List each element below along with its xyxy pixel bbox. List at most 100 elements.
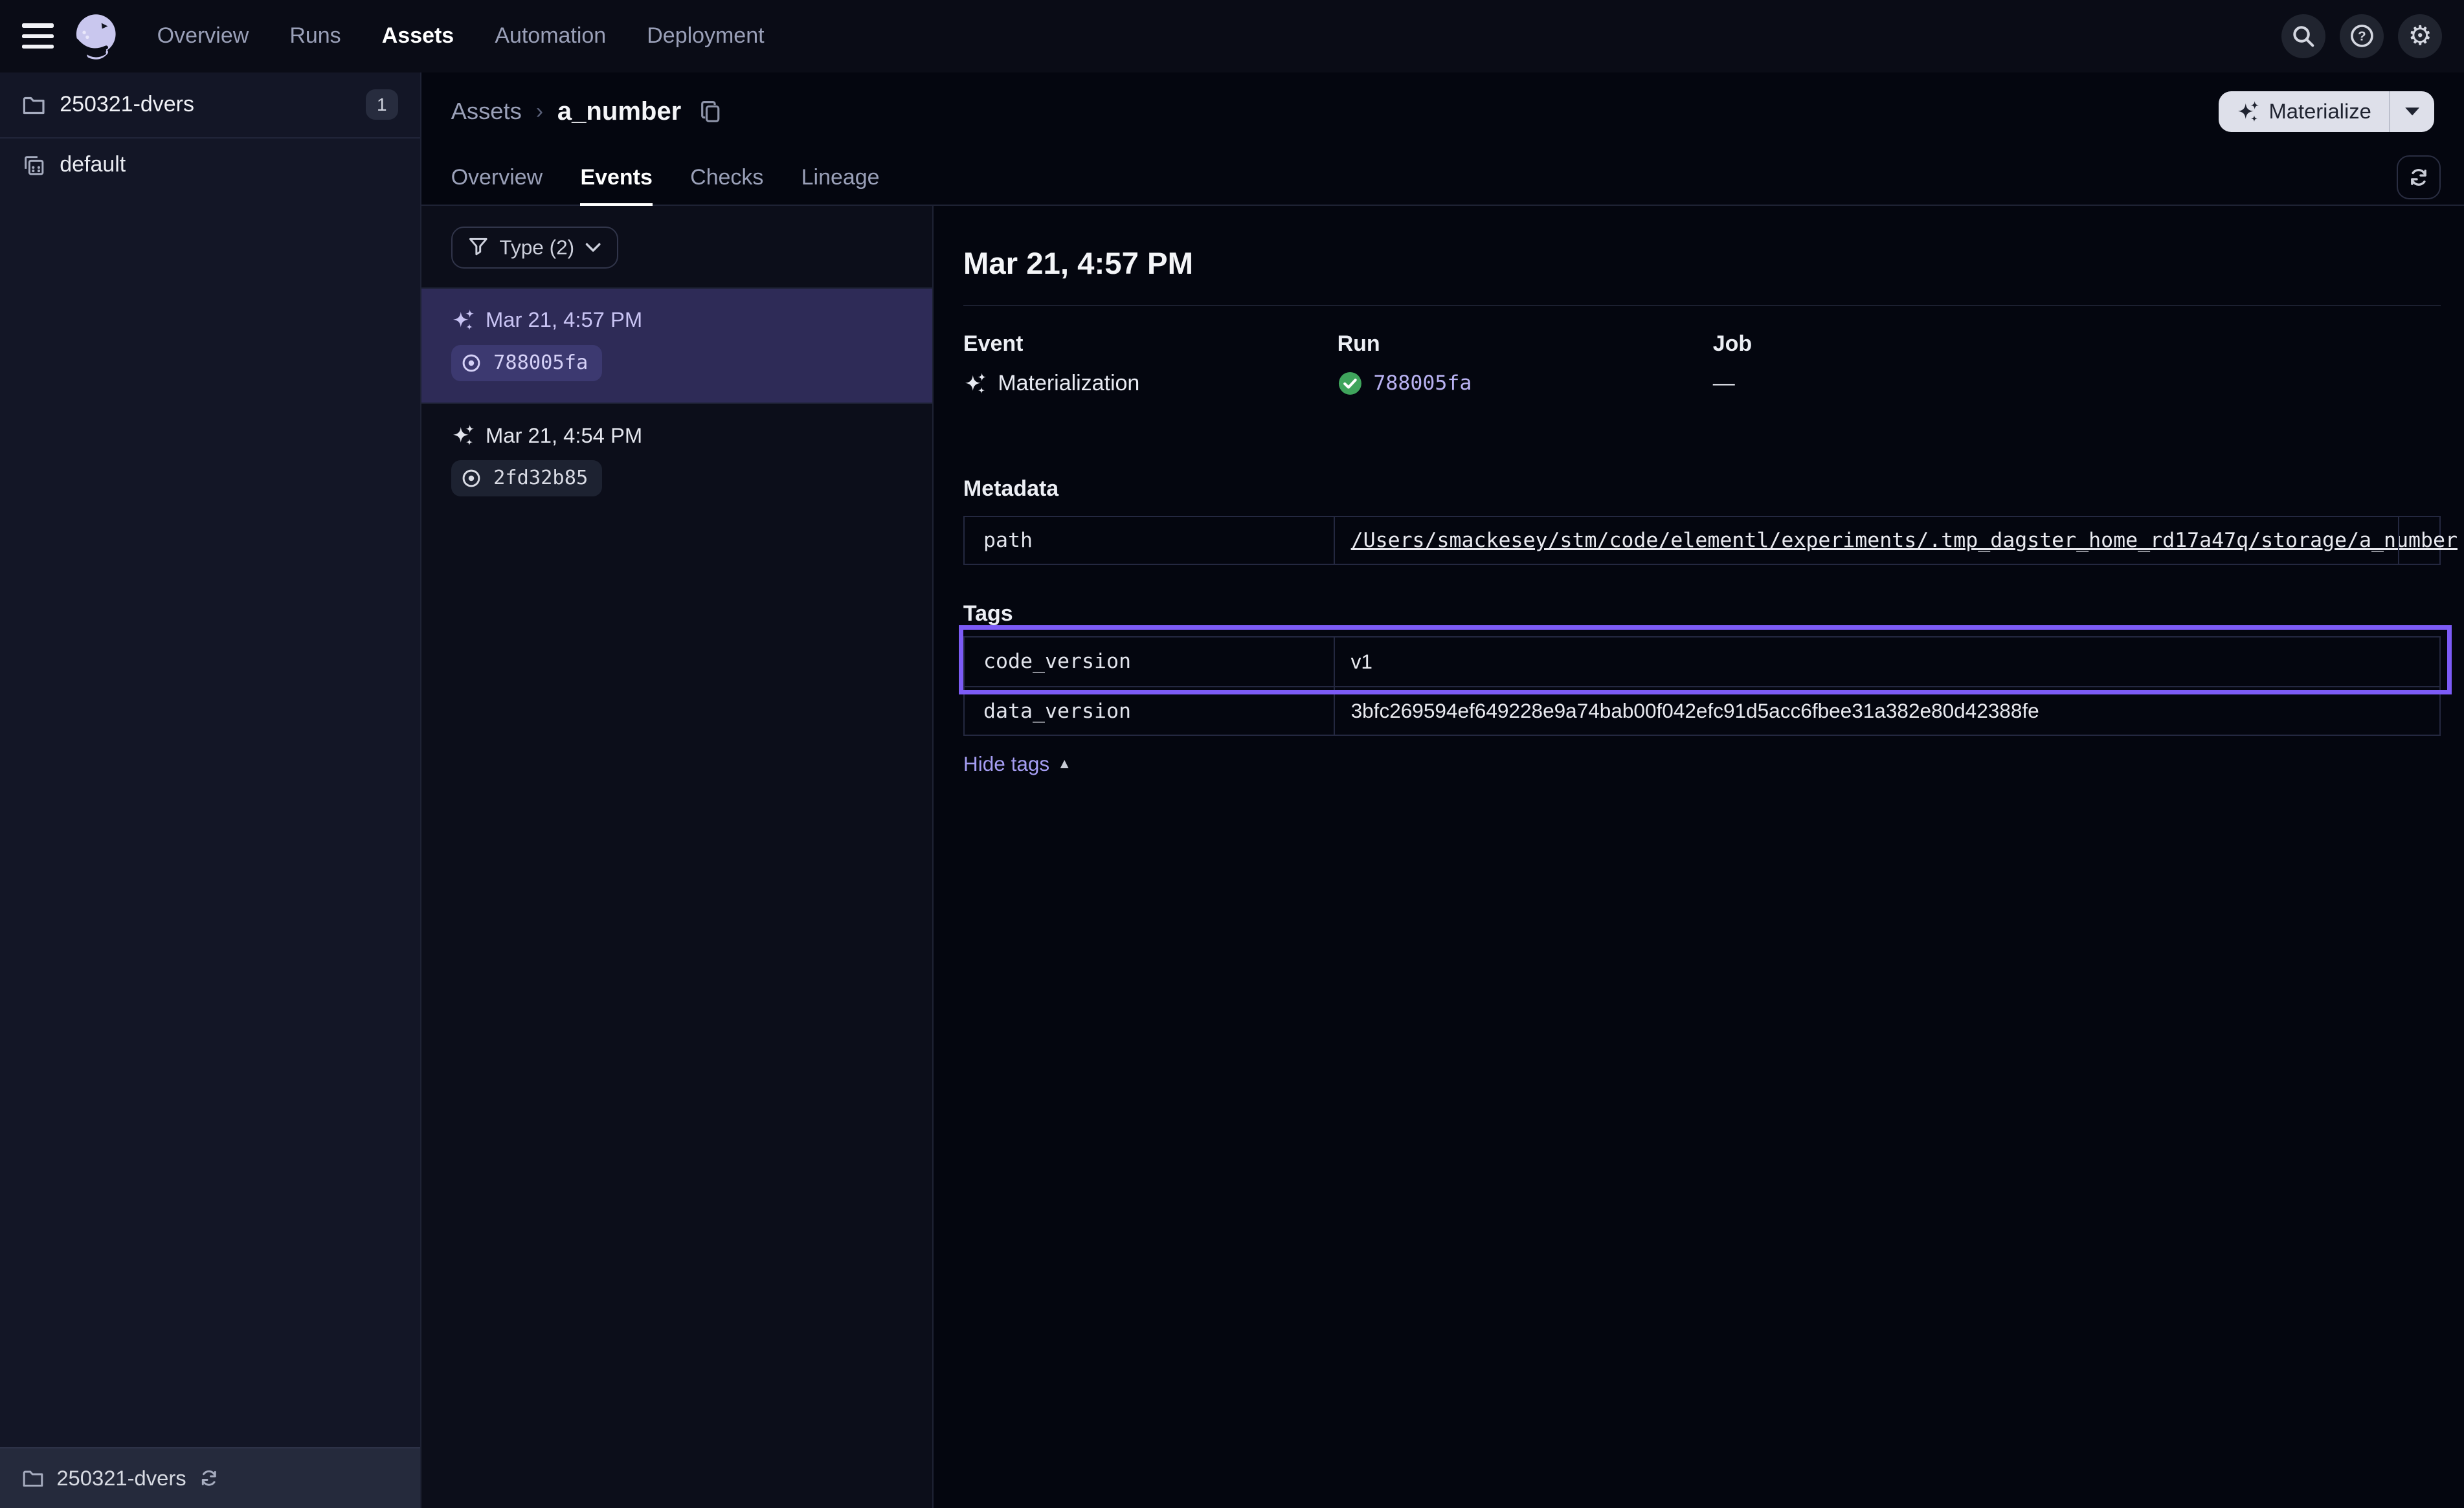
nav-item-deployment[interactable]: Deployment <box>647 23 764 49</box>
tab-checks[interactable]: Checks <box>690 151 763 205</box>
svg-text:?: ? <box>2358 29 2366 44</box>
help-button[interactable]: ? <box>2340 14 2384 58</box>
asset-group-icon <box>22 153 45 177</box>
tags-heading: Tags <box>963 601 2464 626</box>
event-type-label: Materialization <box>998 371 1139 396</box>
type-filter-label: Type (2) <box>499 236 574 260</box>
top-nav: Overview Runs Assets Automation Deployme… <box>0 0 2464 72</box>
folder-icon <box>22 94 45 116</box>
job-value: — <box>1713 371 1735 396</box>
metadata-path-link[interactable]: /Users/smackesey/stm/code/elementl/exper… <box>1351 529 2458 552</box>
tag-value: v1 <box>1334 638 2439 686</box>
tag-key: data_version <box>965 687 1334 735</box>
run-column-label: Run <box>1338 331 1713 357</box>
metadata-heading: Metadata <box>963 476 2464 502</box>
caret-up-icon: ▲ <box>1057 755 1071 772</box>
copy-icon <box>699 99 722 124</box>
tags-table-wrap: code_version v1 data_version 3bfc269594e… <box>963 636 2441 736</box>
asset-catalog-sidebar: 250321-dvers 1 default 250321-dvers <box>0 72 421 1508</box>
materialize-button-label: Materialize <box>2268 99 2371 124</box>
metadata-row: path /Users/smackesey/stm/code/elementl/… <box>965 517 2439 564</box>
tags-table: code_version v1 data_version 3bfc269594e… <box>963 636 2441 736</box>
event-run-job-grid: Event Run Job Materialization 788005fa <box>963 331 2464 396</box>
folder-icon <box>22 1468 44 1489</box>
copy-asset-key-button[interactable] <box>699 99 722 124</box>
tag-row-data-version: data_version 3bfc269594ef649228e9a74bab0… <box>965 686 2439 735</box>
tab-events[interactable]: Events <box>580 151 652 205</box>
nav-item-assets[interactable]: Assets <box>382 23 454 49</box>
metadata-key: path <box>965 517 1334 564</box>
run-status-icon <box>460 352 482 374</box>
tag-value: 3bfc269594ef649228e9a74bab00f042efc91d5a… <box>1334 687 2439 735</box>
event-column-label: Event <box>963 331 1338 357</box>
event-list-item-selected[interactable]: Mar 21, 4:57 PM 788005fa <box>421 287 932 403</box>
sidebar-item-code-location[interactable]: 250321-dvers 1 <box>0 72 420 139</box>
event-list-item[interactable]: Mar 21, 4:54 PM 2fd32b85 <box>421 403 932 518</box>
hide-tags-link[interactable]: Hide tags ▲ <box>963 752 1071 776</box>
run-badge[interactable]: 2fd32b85 <box>451 460 602 496</box>
event-detail-title: Mar 21, 4:57 PM <box>963 247 2464 281</box>
table-end-cell <box>2398 517 2439 564</box>
run-id-link[interactable]: 788005fa <box>1373 371 1472 395</box>
metadata-table: path /Users/smackesey/stm/code/elementl/… <box>963 516 2441 566</box>
run-status-icon <box>460 467 482 489</box>
divider <box>963 305 2441 306</box>
menu-icon[interactable] <box>22 23 54 49</box>
materialize-split-button: Materialize <box>2219 91 2434 132</box>
tag-row-code-version: code_version v1 <box>965 638 2439 686</box>
asset-header: Assets › a_number Materialize <box>421 72 2464 151</box>
tab-lineage[interactable]: Lineage <box>801 151 880 205</box>
event-timestamp: Mar 21, 4:54 PM <box>486 423 642 448</box>
chevron-down-icon <box>585 243 601 252</box>
help-icon: ? <box>2349 23 2375 49</box>
search-icon <box>2292 25 2315 48</box>
sidebar-footer: 250321-dvers <box>0 1447 420 1508</box>
nav-item-runs[interactable]: Runs <box>289 23 341 49</box>
materialize-sparkle-icon <box>2236 100 2259 123</box>
materialization-sparkle-icon <box>451 308 475 331</box>
materialize-dropdown-button[interactable] <box>2390 91 2434 132</box>
materialize-button[interactable]: Materialize <box>2219 91 2389 132</box>
breadcrumb-assets-link[interactable]: Assets <box>451 98 522 125</box>
code-location-label: 250321-dvers <box>60 92 352 117</box>
nav-item-overview[interactable]: Overview <box>157 23 249 49</box>
filter-bar: Type (2) <box>421 206 932 287</box>
reload-location-icon[interactable] <box>199 1468 219 1489</box>
events-content: Type (2) Mar 21, 4:57 PM <box>421 206 2464 1508</box>
filter-funnel-icon <box>468 237 489 258</box>
run-badge[interactable]: 788005fa <box>451 345 602 381</box>
page-title: a_number <box>557 97 681 126</box>
primary-nav: Overview Runs Assets Automation Deployme… <box>157 23 765 49</box>
asset-count-badge: 1 <box>366 89 398 120</box>
settings-button[interactable]: ⚙ <box>2398 14 2442 58</box>
tab-overview[interactable]: Overview <box>451 151 543 205</box>
caret-down-icon <box>2404 107 2420 116</box>
footer-code-location-label: 250321-dvers <box>56 1466 186 1491</box>
chevron-right-icon: › <box>536 99 543 124</box>
event-timestamp: Mar 21, 4:57 PM <box>486 307 642 332</box>
run-success-icon <box>1338 371 1363 396</box>
job-column-label: Job <box>1713 331 2464 357</box>
tag-key: code_version <box>965 638 1334 686</box>
asset-tabs: Overview Events Checks Lineage <box>421 151 2464 206</box>
materialization-sparkle-icon <box>451 423 475 447</box>
event-list-panel: Type (2) Mar 21, 4:57 PM <box>421 206 934 1508</box>
breadcrumb: Assets › a_number <box>451 97 722 126</box>
materialization-sparkle-icon <box>963 371 987 395</box>
run-id-label: 2fd32b85 <box>493 467 588 489</box>
refresh-icon <box>2408 166 2430 188</box>
run-id-label: 788005fa <box>493 351 588 374</box>
nav-actions: ? ⚙ <box>2281 14 2442 58</box>
type-filter-button[interactable]: Type (2) <box>451 227 618 269</box>
hide-tags-label: Hide tags <box>963 752 1049 776</box>
asset-group-label: default <box>60 152 126 177</box>
dagster-logo-icon[interactable] <box>69 10 123 63</box>
search-button[interactable] <box>2281 14 2325 58</box>
refresh-button[interactable] <box>2397 155 2441 199</box>
dagster-app: Overview Runs Assets Automation Deployme… <box>0 0 2464 1508</box>
nav-item-automation[interactable]: Automation <box>495 23 606 49</box>
sidebar-item-default-group[interactable]: default <box>0 139 420 192</box>
event-detail-panel: Mar 21, 4:57 PM Event Run Job Materializ… <box>934 206 2464 1508</box>
gear-icon: ⚙ <box>2408 23 2432 49</box>
main-area: Assets › a_number Materialize <box>421 72 2464 1508</box>
